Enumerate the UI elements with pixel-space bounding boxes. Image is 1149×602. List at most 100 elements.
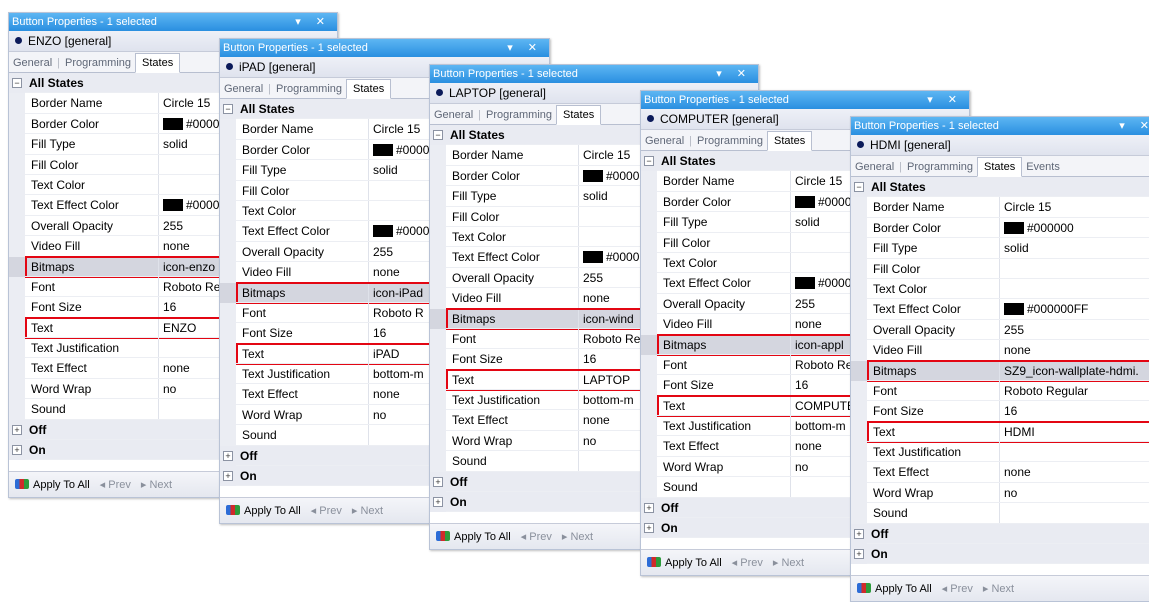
collapse-icon[interactable]: − bbox=[433, 130, 443, 140]
next-button[interactable]: ▸ Next bbox=[141, 479, 172, 491]
collapse-icon[interactable]: − bbox=[644, 156, 654, 166]
property-value[interactable]: none bbox=[999, 340, 1149, 361]
property-value[interactable] bbox=[999, 258, 1149, 279]
tab-programming[interactable]: Programming bbox=[693, 131, 767, 151]
apply-to-all-button[interactable]: Apply To All bbox=[15, 478, 90, 491]
property-value[interactable]: #000000 bbox=[999, 217, 1149, 239]
property-row-bitmaps[interactable]: Bitmaps SZ9_icon-wallplate-hdmi. bbox=[851, 359, 1149, 382]
panel-titlebar[interactable]: Button Properties - 1 selected ▾ ✕ bbox=[9, 13, 337, 31]
next-button[interactable]: ▸ Next bbox=[352, 505, 383, 517]
expand-icon[interactable]: + bbox=[12, 424, 22, 435]
prev-button[interactable]: ◂ Prev bbox=[100, 479, 131, 491]
window-controls[interactable]: ▾ ✕ bbox=[716, 65, 752, 83]
property-row-fill-type[interactable]: Fill Type solid bbox=[851, 238, 1149, 259]
category-label: On bbox=[450, 495, 467, 510]
apply-to-all-button[interactable]: Apply To All bbox=[647, 556, 722, 569]
window-controls[interactable]: ▾ ✕ bbox=[1119, 117, 1149, 135]
apply-to-all-button[interactable]: Apply To All bbox=[857, 582, 932, 595]
property-row-word-wrap[interactable]: Word Wrap no bbox=[851, 482, 1149, 504]
property-value-text: Roboto Regular bbox=[1004, 383, 1089, 398]
apply-to-all-button[interactable]: Apply To All bbox=[226, 504, 301, 517]
property-value-text: Roboto Re bbox=[163, 279, 221, 294]
tab-general[interactable]: General bbox=[430, 105, 477, 125]
tab-programming[interactable]: Programming bbox=[272, 79, 346, 99]
property-value[interactable]: none bbox=[999, 462, 1149, 483]
tab-strip: General | Programming States Events bbox=[851, 156, 1149, 177]
property-label: Overall Opacity bbox=[452, 270, 535, 285]
prev-button[interactable]: ◂ Prev bbox=[521, 531, 552, 543]
property-value[interactable] bbox=[999, 503, 1149, 524]
property-value-text: #0000 bbox=[186, 116, 220, 131]
expand-icon[interactable]: + bbox=[644, 523, 654, 534]
property-value[interactable] bbox=[999, 278, 1149, 300]
tab-states[interactable]: States bbox=[346, 79, 392, 99]
property-row-border-color[interactable]: Border Color #000000 bbox=[851, 217, 1149, 239]
property-value[interactable]: 255 bbox=[999, 319, 1149, 341]
property-row-text-justification[interactable]: Text Justification bbox=[851, 442, 1149, 463]
expand-icon[interactable]: + bbox=[433, 476, 443, 487]
panel-titlebar[interactable]: Button Properties - 1 selected ▾ ✕ bbox=[851, 117, 1149, 135]
property-value-text: none bbox=[373, 265, 400, 280]
next-button[interactable]: ▸ Next bbox=[983, 583, 1014, 595]
property-row-fill-color[interactable]: Fill Color bbox=[851, 258, 1149, 280]
property-row-sound[interactable]: Sound bbox=[851, 503, 1149, 525]
property-label: Font bbox=[31, 279, 56, 294]
property-value[interactable]: no bbox=[999, 482, 1149, 504]
tab-programming[interactable]: Programming bbox=[482, 105, 556, 125]
expand-icon[interactable]: + bbox=[12, 445, 22, 456]
property-row-video-fill[interactable]: Video Fill none bbox=[851, 340, 1149, 361]
category-on[interactable]: + On bbox=[851, 544, 1149, 565]
prev-button[interactable]: ◂ Prev bbox=[942, 583, 973, 595]
prev-button[interactable]: ◂ Prev bbox=[732, 557, 763, 569]
tab-states[interactable]: States bbox=[977, 157, 1023, 177]
window-controls[interactable]: ▾ ✕ bbox=[507, 39, 543, 57]
property-label: Text Effect Color bbox=[663, 276, 751, 291]
tab-general[interactable]: General bbox=[9, 53, 56, 73]
property-row-font[interactable]: Font Roboto Regular bbox=[851, 380, 1149, 402]
property-row-text-effect-color[interactable]: Text Effect Color #000000FF bbox=[851, 299, 1149, 321]
apply-to-all-button[interactable]: Apply To All bbox=[436, 530, 511, 543]
next-label: Next bbox=[991, 582, 1015, 595]
prev-button[interactable]: ◂ Prev bbox=[311, 505, 342, 517]
collapse-icon[interactable]: − bbox=[223, 104, 233, 114]
tab-general[interactable]: General bbox=[220, 79, 267, 99]
property-row-text-effect[interactable]: Text Effect none bbox=[851, 462, 1149, 484]
expand-icon[interactable]: + bbox=[644, 502, 654, 513]
panel-titlebar[interactable]: Button Properties - 1 selected ▾ ✕ bbox=[641, 91, 969, 109]
tab-states[interactable]: States bbox=[556, 105, 602, 125]
property-value[interactable]: Roboto Regular bbox=[999, 380, 1149, 402]
category-off[interactable]: + Off bbox=[851, 523, 1149, 545]
next-button[interactable]: ▸ Next bbox=[773, 557, 804, 569]
window-controls[interactable]: ▾ ✕ bbox=[295, 13, 331, 31]
collapse-icon[interactable]: − bbox=[12, 78, 22, 88]
collapse-icon[interactable]: − bbox=[854, 182, 864, 192]
expand-icon[interactable]: + bbox=[854, 549, 864, 560]
tab-general[interactable]: General bbox=[641, 131, 688, 151]
tab-states[interactable]: States bbox=[135, 53, 181, 73]
tab-states[interactable]: States bbox=[767, 131, 813, 151]
property-row-border-name[interactable]: Border Name Circle 15 bbox=[851, 197, 1149, 219]
property-value[interactable]: 16 bbox=[999, 401, 1149, 422]
expand-icon[interactable]: + bbox=[223, 450, 233, 461]
property-row-text[interactable]: Text HDMI bbox=[851, 420, 1149, 443]
expand-icon[interactable]: + bbox=[433, 497, 443, 508]
property-value[interactable]: Circle 15 bbox=[999, 197, 1149, 218]
expand-icon[interactable]: + bbox=[223, 471, 233, 482]
expand-icon[interactable]: + bbox=[854, 528, 864, 539]
tab-general[interactable]: General bbox=[851, 157, 898, 177]
tab-programming[interactable]: Programming bbox=[903, 157, 977, 177]
property-value[interactable]: #000000FF bbox=[999, 299, 1149, 320]
panel-titlebar[interactable]: Button Properties - 1 selected ▾ ✕ bbox=[430, 65, 758, 83]
tab-events[interactable]: Events bbox=[1022, 157, 1064, 177]
tab-programming[interactable]: Programming bbox=[61, 53, 135, 73]
window-controls[interactable]: ▾ ✕ bbox=[927, 91, 963, 109]
property-row-opacity[interactable]: Overall Opacity 255 bbox=[851, 319, 1149, 341]
property-row-font-size[interactable]: Font Size 16 bbox=[851, 401, 1149, 423]
property-row-text-color[interactable]: Text Color bbox=[851, 278, 1149, 300]
next-button[interactable]: ▸ Next bbox=[562, 531, 593, 543]
property-label: Font bbox=[242, 305, 267, 320]
panel-titlebar[interactable]: Button Properties - 1 selected ▾ ✕ bbox=[220, 39, 549, 57]
property-value[interactable]: solid bbox=[999, 238, 1149, 259]
property-value[interactable] bbox=[999, 442, 1149, 463]
category-all-states[interactable]: − All States bbox=[851, 177, 1149, 198]
